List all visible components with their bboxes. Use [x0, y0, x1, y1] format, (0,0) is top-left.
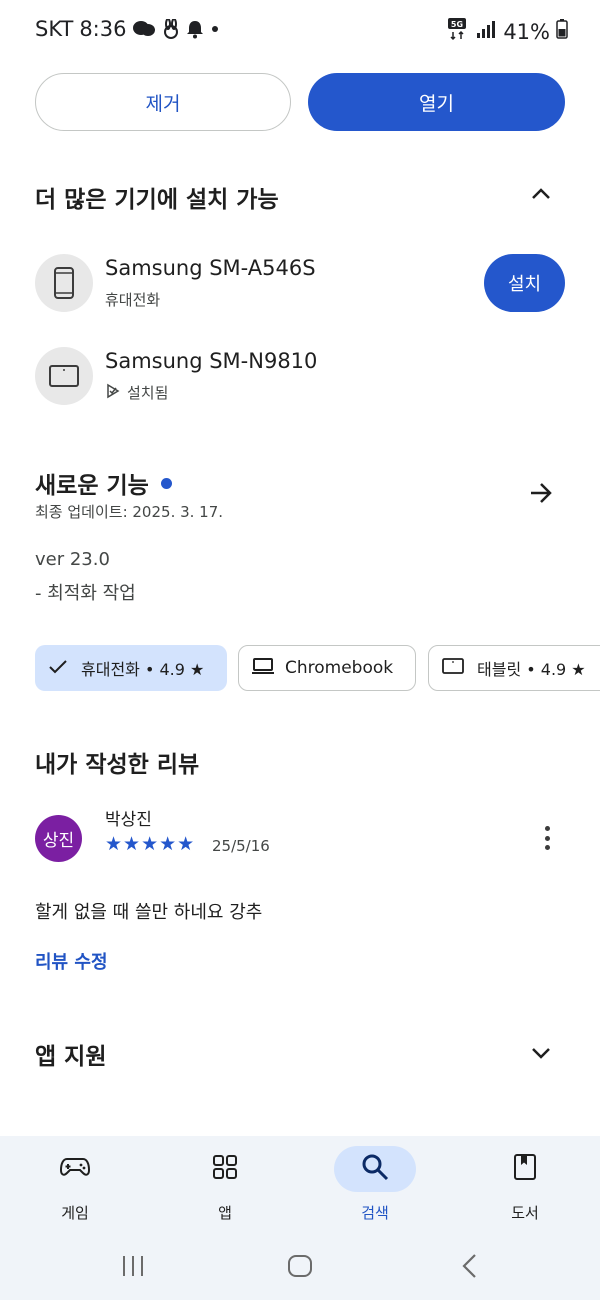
chip-label: 태블릿 • 4.9 ★ — [477, 660, 586, 679]
nav-books[interactable]: 도서 — [475, 1146, 575, 1223]
version-note: - 최적화 작업 — [35, 583, 136, 604]
check-icon — [49, 659, 67, 678]
battery-percent: 41% — [503, 19, 550, 44]
open-button[interactable]: 열기 — [308, 73, 565, 131]
chip-phone[interactable]: 휴대전화 • 4.9 ★ — [35, 645, 227, 691]
chip-label: 휴대전화 • 4.9 ★ — [81, 660, 205, 679]
chip-tablet[interactable]: 태블릿 • 4.9 ★ — [428, 645, 600, 691]
my-review-title: 내가 작성한 리뷰 — [35, 752, 200, 778]
edit-review-link[interactable]: 리뷰 수정 — [35, 948, 108, 974]
tablet-icon — [441, 657, 465, 679]
network-label: 5G — [451, 20, 463, 29]
review-text: 할게 없을 때 쓸만 하네요 강추 — [35, 902, 263, 923]
installed-icon — [105, 383, 121, 403]
book-icon — [513, 1153, 537, 1185]
nav-label: 앱 — [218, 1204, 232, 1222]
whats-new-title[interactable]: 새로운 기능 — [35, 466, 172, 500]
gamepad-icon — [59, 1156, 91, 1182]
system-navigation — [0, 1240, 600, 1300]
nav-label: 도서 — [511, 1204, 539, 1222]
device-row-a546s: Samsung SM-A546S 휴대전화 설치 — [35, 254, 565, 314]
chip-label: Chromebook — [285, 658, 394, 678]
recent-apps-icon[interactable] — [120, 1254, 146, 1282]
bell-icon — [186, 19, 204, 39]
search-icon — [361, 1153, 389, 1185]
device-name: Samsung SM-A546S — [105, 256, 316, 280]
tablet-icon — [35, 347, 93, 405]
chat-bubble-icon — [132, 19, 156, 39]
device-status-label: 설치됨 — [127, 384, 169, 402]
device-row-n9810: Samsung SM-N9810 설치됨 — [35, 347, 565, 407]
device-name: Samsung SM-N9810 — [105, 349, 318, 373]
nav-apps[interactable]: 앱 — [175, 1146, 275, 1223]
app-support-title[interactable]: 앱 지원 — [35, 1037, 107, 1071]
laptop-icon — [251, 657, 275, 680]
last-updated: 최종 업데이트: 2025. 3. 17. — [35, 503, 224, 521]
battery-charging-icon — [556, 19, 568, 44]
nav-label: 검색 — [361, 1204, 389, 1222]
rabbit-icon — [162, 19, 180, 39]
nav-search[interactable]: 검색 — [325, 1146, 425, 1223]
chevron-up-icon[interactable] — [530, 186, 552, 206]
network-5g-icon: 5G — [447, 17, 469, 46]
chip-chromebook[interactable]: Chromebook — [238, 645, 416, 691]
home-icon[interactable] — [287, 1254, 313, 1282]
clock-label: 8:36 — [79, 17, 127, 41]
avatar: 상진 — [35, 815, 82, 862]
star-rating: ★★★★★ — [105, 833, 196, 855]
back-icon[interactable] — [460, 1253, 480, 1283]
review-date: 25/5/16 — [212, 837, 270, 855]
remove-button[interactable]: 제거 — [35, 73, 291, 131]
status-bar: SKT 8:36 5G 41% — [0, 0, 600, 60]
more-options-icon[interactable] — [536, 823, 558, 853]
device-type: 휴대전화 — [105, 289, 160, 310]
device-status: 설치됨 — [105, 382, 168, 403]
phone-icon — [35, 254, 93, 312]
signal-icon — [475, 19, 497, 44]
install-button[interactable]: 설치 — [484, 254, 565, 312]
dot-icon — [210, 24, 220, 34]
apps-grid-icon — [212, 1154, 238, 1184]
device-type-label: 휴대전화 — [105, 291, 161, 309]
reviewer-name: 박상진 — [105, 810, 152, 830]
chevron-down-icon[interactable] — [530, 1045, 552, 1065]
nav-label: 게임 — [61, 1204, 89, 1222]
version-label: ver 23.0 — [35, 549, 110, 570]
more-devices-title: 더 많은 기기에 설치 가능 — [35, 187, 279, 213]
new-indicator-dot — [160, 477, 172, 489]
nav-games[interactable]: 게임 — [25, 1146, 125, 1223]
arrow-right-icon[interactable] — [528, 480, 554, 510]
carrier-label: SKT — [35, 17, 74, 41]
action-buttons: 제거 열기 — [35, 73, 565, 131]
whats-new-title-label: 새로운 기능 — [35, 473, 149, 499]
